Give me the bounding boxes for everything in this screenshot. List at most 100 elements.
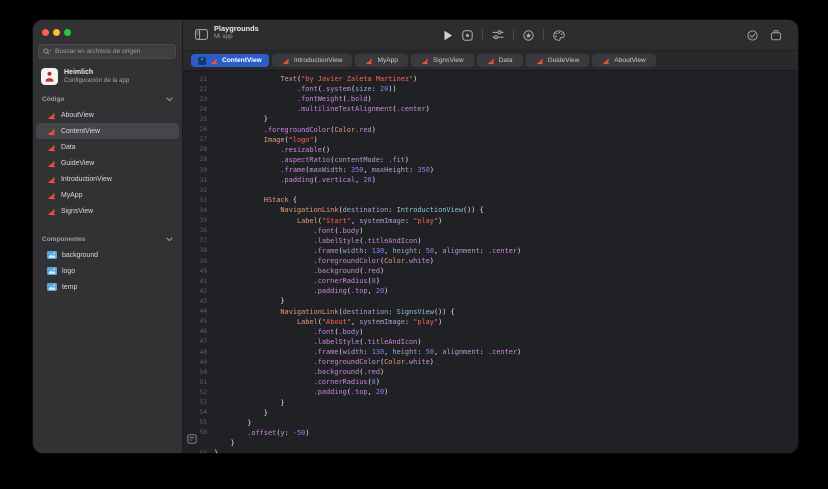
tab-myapp[interactable]: MyApp: [355, 54, 408, 67]
code-line[interactable]: 51 .cornerRadius(8): [183, 377, 798, 387]
toolbar-divider: [482, 29, 483, 41]
sidebar-item-signsview[interactable]: SignsView: [36, 203, 179, 219]
tab-contentview[interactable]: ×ContentView: [191, 54, 269, 67]
sidebar-item-background[interactable]: background: [36, 247, 179, 263]
sidebar-toggle-icon[interactable]: [195, 29, 208, 40]
capabilities-star-icon[interactable]: [523, 30, 534, 41]
code-line[interactable]: 33 HStack {: [183, 195, 798, 205]
swift-file-icon: [602, 57, 610, 65]
app-name: Heimlich: [64, 69, 129, 77]
tab-introductionview[interactable]: IntroductionView: [272, 54, 353, 67]
code-line[interactable]: 25 }: [183, 114, 798, 124]
code-text: }: [214, 399, 285, 407]
line-number: 43: [183, 298, 214, 305]
code-line[interactable]: 27 Image("logo"): [183, 135, 798, 145]
tab-signsview[interactable]: SignsView: [411, 54, 474, 67]
code-editor[interactable]: 21 Text("by Javier Zaleta Martínez")22 .…: [183, 71, 798, 453]
sidebar-item-logo[interactable]: logo: [36, 263, 179, 279]
sidebar-item-app-settings[interactable]: Heimlich Configuración de la app: [38, 64, 176, 88]
section-header-cdigo[interactable]: Código: [33, 92, 182, 107]
code-line[interactable]: 56 .offset(y: -50): [183, 428, 798, 438]
sidebar-item-myapp[interactable]: MyApp: [36, 187, 179, 203]
code-line[interactable]: 38 .frame(width: 130, height: 50, alignm…: [183, 246, 798, 256]
zoom-window-button[interactable]: [64, 29, 71, 36]
sidebar-item-temp[interactable]: temp: [36, 279, 179, 295]
search-with-scope-icon: [43, 48, 52, 56]
image-asset-icon: [47, 251, 57, 259]
tab-guideview[interactable]: GuideView: [526, 54, 590, 67]
section-header-componentes[interactable]: Componentes: [33, 232, 182, 247]
close-window-button[interactable]: [42, 29, 49, 36]
sidebar-item-label: ContentView: [61, 128, 100, 135]
code-line[interactable]: 52 .padding(.top, 20): [183, 387, 798, 397]
code-line[interactable]: 43 }: [183, 296, 798, 306]
swift-file-icon: [47, 127, 56, 136]
code-structure-icon[interactable]: [187, 434, 197, 444]
code-text: .frame(maxWidth: 350, maxHeight: 350): [214, 166, 434, 174]
section-title: Componentes: [42, 236, 85, 243]
code-line[interactable]: 45 Label("About", systemImage: "play"): [183, 317, 798, 327]
code-line[interactable]: 42 .padding(.top, 20): [183, 286, 798, 296]
code-line[interactable]: 46 .font(.body): [183, 327, 798, 337]
code-line[interactable]: 39 .foregroundColor(Color.white): [183, 256, 798, 266]
search-input[interactable]: Buscar en archivos de origen: [38, 44, 176, 59]
swift-file-icon: [487, 57, 495, 65]
chevron-down-icon: [166, 237, 173, 242]
code-line[interactable]: 40 .background(.red): [183, 266, 798, 276]
preview-in-window-icon[interactable]: [462, 30, 473, 41]
code-text: .padding(.top, 20): [214, 388, 388, 396]
sidebar-item-guideview[interactable]: GuideView: [36, 155, 179, 171]
swift-file-icon: [282, 57, 290, 65]
code-text: .foregroundColor(Color.white): [214, 358, 434, 366]
tab-aboutview[interactable]: AboutView: [592, 54, 655, 67]
code-line[interactable]: 44 NavigationLink(destination: SignsView…: [183, 307, 798, 317]
code-line[interactable]: }: [183, 438, 798, 448]
code-line[interactable]: 26 .foregroundColor(Color.red): [183, 125, 798, 135]
close-tab-icon[interactable]: ×: [198, 57, 206, 65]
line-number: 39: [183, 258, 214, 265]
play-icon[interactable]: [443, 30, 453, 41]
code-line[interactable]: 50 .background(.red): [183, 367, 798, 377]
code-line[interactable]: 48 .frame(width: 130, height: 50, alignm…: [183, 347, 798, 357]
code-line[interactable]: 53 }: [183, 398, 798, 408]
line-number: 25: [183, 116, 214, 123]
code-line[interactable]: 41 .cornerRadius(8): [183, 276, 798, 286]
code-line[interactable]: 23 .fontWeight(.bold): [183, 94, 798, 104]
swift-file-icon: [536, 57, 544, 65]
sidebar-item-introductionview[interactable]: IntroductionView: [36, 171, 179, 187]
sidebar-item-data[interactable]: Data: [36, 139, 179, 155]
heimlich-app-icon: [41, 68, 58, 85]
minimize-window-button[interactable]: [53, 29, 60, 36]
code-line[interactable]: 49 .foregroundColor(Color.white): [183, 357, 798, 367]
code-line[interactable]: 55 }: [183, 418, 798, 428]
code-line[interactable]: 37 .labelStyle(.titleAndIcon): [183, 236, 798, 246]
code-line[interactable]: 36 .font(.body): [183, 226, 798, 236]
playgrounds-window: Buscar en archivos de origen Heimlich Co…: [33, 20, 798, 453]
tab-data[interactable]: Data: [477, 54, 523, 67]
code-text: }: [214, 439, 235, 447]
code-line[interactable]: 54 }: [183, 408, 798, 418]
code-line[interactable]: 24 .multilineTextAlignment(.center): [183, 104, 798, 114]
code-line[interactable]: 29 .aspectRatio(contentMode: .fit): [183, 155, 798, 165]
code-text: }: [214, 409, 268, 417]
code-text: Label("About", systemImage: "play"): [214, 318, 442, 326]
code-line[interactable]: 22 .font(.system(size: 20)): [183, 84, 798, 94]
code-line[interactable]: 32: [183, 185, 798, 195]
sidebar-item-contentview[interactable]: ContentView: [36, 123, 179, 139]
app-store-bag-icon[interactable]: [770, 29, 782, 41]
line-number: 50: [183, 369, 214, 376]
code-text: .labelStyle(.titleAndIcon): [214, 237, 421, 245]
sidebar-item-aboutview[interactable]: AboutView: [36, 107, 179, 123]
code-line[interactable]: 30 .frame(maxWidth: 350, maxHeight: 350): [183, 165, 798, 175]
palette-icon[interactable]: [553, 30, 565, 41]
sidebar-item-label: MyApp: [61, 192, 82, 199]
code-line[interactable]: 31 .padding(.vertical, 20): [183, 175, 798, 185]
sliders-icon[interactable]: [492, 30, 504, 40]
code-line[interactable]: 21 Text("by Javier Zaleta Martínez"): [183, 74, 798, 84]
code-line[interactable]: 58}: [183, 448, 798, 453]
code-line[interactable]: 28 .resizable(): [183, 145, 798, 155]
checkmark-circle-icon[interactable]: [747, 30, 758, 41]
code-line[interactable]: 47 .labelStyle(.titleAndIcon): [183, 337, 798, 347]
code-line[interactable]: 35 Label("Start", systemImage: "play"): [183, 216, 798, 226]
code-line[interactable]: 34 NavigationLink(destination: Introduct…: [183, 205, 798, 215]
